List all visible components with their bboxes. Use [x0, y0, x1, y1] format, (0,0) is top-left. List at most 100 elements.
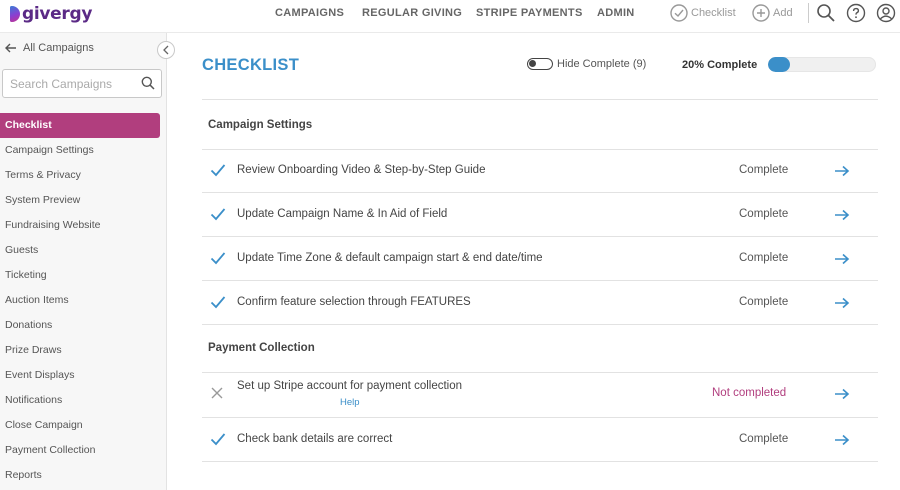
page-title: CHECKLIST: [202, 56, 300, 74]
sidebar-item-fundraising-website[interactable]: Fundraising Website: [0, 213, 160, 238]
checklist-row[interactable]: Set up Stripe account for payment collec…: [202, 372, 878, 418]
help-link[interactable]: Help: [340, 397, 360, 408]
sidebar-item-close-campaign[interactable]: Close Campaign: [0, 413, 160, 438]
search-icon: [817, 4, 835, 22]
section-title: Campaign Settings: [208, 119, 313, 131]
toolbar-divider: [808, 3, 809, 23]
check-circle-icon: [670, 4, 688, 22]
checklist-row-label: Set up Stripe account for payment collec…: [237, 380, 463, 392]
checklist-button[interactable]: Checklist: [670, 2, 736, 24]
checklist-row-status: Complete: [739, 208, 789, 220]
percent-complete-label: 20% Complete: [682, 59, 758, 71]
checklist-row-status: Complete: [739, 296, 789, 308]
sidebar-item-notifications[interactable]: Notifications: [0, 388, 160, 413]
logo-text: givergy: [22, 4, 93, 24]
nav-stripe-payments[interactable]: STRIPE PAYMENTS: [476, 0, 583, 26]
givergy-logo[interactable]: givergy: [10, 4, 92, 24]
go-to-item-button[interactable]: [834, 164, 850, 182]
chevron-left-icon: [163, 45, 169, 55]
checklist-row[interactable]: Check bank details are correct Complete: [202, 418, 878, 462]
sidebar-item-terms-privacy[interactable]: Terms & Privacy: [0, 163, 160, 188]
nav-regular-giving[interactable]: REGULAR GIVING: [362, 0, 462, 26]
sidebar-item-checklist[interactable]: Checklist: [0, 113, 160, 138]
logo-mark-icon: [10, 5, 20, 23]
sidebar-item-event-displays[interactable]: Event Displays: [0, 363, 160, 388]
checklist-row[interactable]: Update Time Zone & default campaign star…: [202, 237, 878, 281]
go-to-item-button[interactable]: [834, 208, 850, 226]
search-icon[interactable]: [141, 76, 155, 90]
sidebar-item-guests[interactable]: Guests: [0, 238, 160, 263]
checklist-row-status: Complete: [739, 252, 789, 264]
check-icon: [210, 295, 226, 314]
add-label: Add: [773, 7, 793, 19]
add-button[interactable]: Add: [752, 2, 793, 24]
cross-icon: [210, 386, 224, 405]
progress-bar-fill: [768, 57, 790, 72]
go-to-item-button[interactable]: [834, 296, 850, 314]
arrow-right-icon: [835, 434, 850, 446]
checklist-row[interactable]: Confirm feature selection through FEATUR…: [202, 281, 878, 325]
check-icon: [210, 296, 226, 309]
sidebar-item-ticketing[interactable]: Ticketing: [0, 263, 160, 288]
sidebar-item-system-preview[interactable]: System Preview: [0, 188, 160, 213]
nav-campaigns[interactable]: CAMPAIGNS: [275, 0, 344, 26]
search-button[interactable]: [816, 3, 836, 23]
header-divider: [202, 99, 878, 100]
hide-complete-label: Hide Complete (9): [557, 58, 647, 70]
sidebar: All Campaigns ChecklistCampaign Settings…: [0, 33, 175, 490]
checklist-row-label: Update Time Zone & default campaign star…: [237, 252, 543, 264]
check-icon: [210, 208, 226, 221]
go-to-item-button[interactable]: [834, 252, 850, 270]
hide-complete-toggle[interactable]: Hide Complete (9): [527, 58, 646, 70]
sidebar-item-campaign-settings[interactable]: Campaign Settings: [0, 138, 160, 163]
checklist-row-status: Not completed: [712, 387, 787, 399]
check-icon: [210, 164, 226, 177]
plus-circle-icon: [752, 4, 770, 22]
sidebar-item-auction-items[interactable]: Auction Items: [0, 288, 160, 313]
go-to-item-button[interactable]: [834, 433, 850, 451]
sidebar-item-payment-collection[interactable]: Payment Collection: [0, 438, 160, 463]
help-icon: [846, 3, 866, 23]
go-to-item-button[interactable]: [834, 387, 850, 405]
checklist-row-status: Complete: [739, 164, 789, 176]
top-bar: givergy CAMPAIGNS REGULAR GIVING STRIPE …: [0, 0, 900, 33]
checklist-row-label: Confirm feature selection through FEATUR…: [237, 296, 471, 308]
check-icon: [210, 432, 226, 451]
cross-icon: [211, 387, 223, 399]
progress-bar: [768, 57, 876, 72]
checklist-row[interactable]: Update Campaign Name & In Aid of Field Co…: [202, 193, 878, 237]
back-label: All Campaigns: [23, 42, 94, 54]
check-icon: [210, 252, 226, 265]
nav-admin[interactable]: ADMIN: [597, 0, 635, 26]
arrow-right-icon: [835, 209, 850, 221]
checklist-panel: CHECKLIST Hide Complete (9) 20% Complete…: [202, 33, 878, 490]
checklist-label: Checklist: [691, 7, 736, 19]
check-icon: [210, 163, 226, 182]
sidebar-item-prize-draws[interactable]: Prize Draws: [0, 338, 160, 363]
arrow-right-icon: [835, 253, 850, 265]
campaign-search-input[interactable]: [3, 70, 133, 97]
sidebar-menu: Checklist Campaign Settings Terms & Privac…: [0, 113, 160, 488]
arrow-right-icon: [835, 297, 850, 309]
campaign-search-box: [2, 69, 162, 98]
arrow-right-icon: [835, 165, 850, 177]
checklist-row-status: Complete: [739, 433, 789, 445]
check-icon: [210, 207, 226, 226]
user-button[interactable]: [876, 3, 896, 23]
user-icon: [876, 3, 896, 23]
arrow-right-icon: [835, 388, 850, 400]
checklist-row[interactable]: Review Onboarding Video & Step-by-Step G…: [202, 149, 878, 193]
checklist-row-label: Check bank details are correct: [237, 433, 393, 445]
check-icon: [210, 251, 226, 270]
sidebar-item-reports[interactable]: Reports: [0, 463, 160, 488]
section-title: Payment Collection: [208, 342, 315, 354]
help-button[interactable]: [846, 3, 866, 23]
sidebar-item-donations[interactable]: Donations: [0, 313, 160, 338]
toggle-switch-icon: [527, 58, 553, 70]
collapse-sidebar-button[interactable]: [157, 41, 175, 59]
check-icon: [210, 433, 226, 446]
back-to-campaigns-link[interactable]: All Campaigns: [5, 42, 94, 54]
arrow-left-icon: [5, 43, 16, 53]
checklist-row-label: Review Onboarding Video & Step-by-Step G…: [237, 164, 486, 176]
checklist-row-label: Update Campaign Name & In Aid of Field: [237, 208, 448, 220]
